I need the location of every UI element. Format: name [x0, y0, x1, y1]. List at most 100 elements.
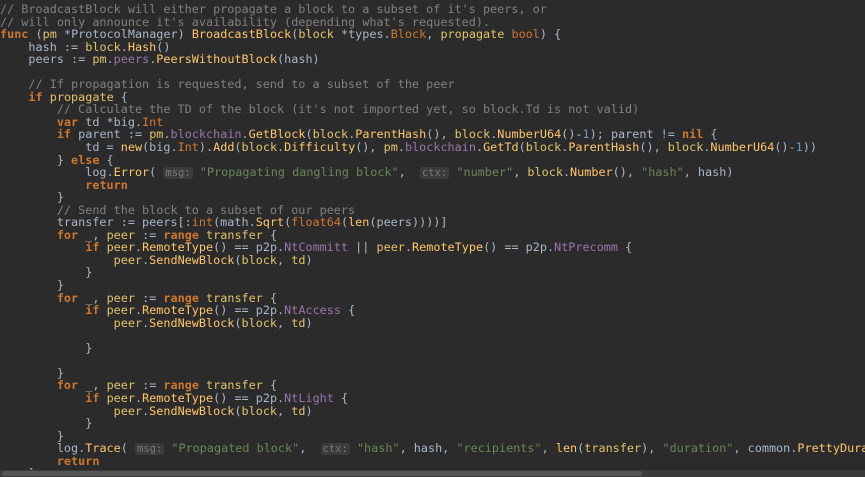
code-token: peers [113, 52, 150, 67]
code-token: bool [511, 27, 540, 42]
code-token: pm [92, 52, 107, 67]
scrollbar-thumb[interactable] [2, 471, 642, 476]
code-token: SendNewBlock [149, 315, 235, 330]
code-token: "hash" [356, 441, 400, 456]
code-token: "number" [456, 165, 514, 180]
code-token: SendNewBlock [149, 403, 235, 418]
code-token: (), [355, 140, 384, 155]
code-line[interactable]: return [0, 453, 865, 468]
code-token: , [299, 441, 321, 456]
code-token: ( [234, 315, 242, 330]
code-token: , [398, 165, 420, 180]
code-token: peer [113, 252, 143, 267]
parameter-hint: ctx: [320, 443, 350, 456]
parameter-hint: msg: [163, 167, 193, 180]
code-token: Add [213, 140, 235, 155]
parameter-hint: msg: [134, 443, 165, 456]
code-line[interactable]: return [0, 177, 865, 192]
code-token: ParentHash [568, 140, 640, 155]
code-token: return [56, 453, 100, 468]
code-token: (hash) [277, 52, 320, 67]
code-token: , hash, [399, 441, 457, 456]
code-line[interactable]: } [0, 417, 865, 430]
code-token: Block [390, 27, 427, 42]
code-token: . [475, 140, 484, 155]
code-token: td [291, 252, 306, 267]
code-token: ). [198, 140, 214, 155]
code-token: PeersWithoutBlock [156, 52, 278, 67]
code-token: peer [113, 315, 143, 330]
code-line[interactable]: log.Error( msg: "Propagating dangling bl… [0, 165, 865, 180]
code-token: PrettyDuration [797, 441, 865, 456]
code-token: , [277, 252, 292, 267]
code-token: ( [149, 165, 164, 180]
code-token: . [397, 140, 405, 155]
code-token: new [120, 140, 143, 155]
code-token: () == p2p. [483, 240, 555, 255]
code-token: td [291, 403, 306, 418]
code-token: . [404, 240, 413, 255]
code-token: Number [570, 165, 613, 180]
code-token: ( [340, 215, 349, 230]
code-token: , hash) [683, 165, 734, 180]
code-token: ) { [539, 27, 562, 42]
code-token: len [555, 441, 578, 456]
code-token: ( [234, 252, 242, 267]
code-line[interactable]: peer.SendNewBlock(block, td) [0, 254, 865, 267]
code-token: ( [234, 403, 242, 418]
code-line[interactable] [0, 329, 865, 342]
code-line[interactable]: peer.SendNewBlock(block, td) [0, 315, 865, 330]
code-token: )) [802, 140, 817, 155]
code-token: "hash" [641, 165, 684, 180]
code-token: "Propagated block" [171, 441, 300, 456]
code-token: transfer [584, 441, 642, 456]
code-token: (big. [142, 140, 178, 155]
code-token: Int [177, 140, 199, 155]
code-line[interactable]: // If propagation is requested, send to … [0, 78, 865, 91]
code-editor[interactable]: // BroadcastBlock will either propagate … [0, 0, 865, 477]
code-token: (), [612, 165, 642, 180]
code-token: ) [305, 403, 313, 418]
code-token: block [241, 252, 278, 267]
code-token: propagate [440, 27, 505, 42]
code-token: block [525, 140, 562, 155]
code-token: GetTd [483, 140, 519, 155]
code-token: peer [113, 403, 143, 418]
code-token: "Propagating dangling block" [199, 165, 399, 180]
code-line[interactable]: } [0, 340, 865, 355]
code-line[interactable]: td = new(big.Int).Add(block.Difficulty()… [0, 141, 865, 154]
code-token: { [333, 390, 349, 405]
code-token: ()- [774, 140, 796, 155]
code-token: ), [641, 441, 663, 456]
horizontal-scrollbar[interactable] [0, 470, 865, 477]
code-token: } [0, 340, 93, 355]
code-token: , [426, 27, 441, 42]
code-token: block [241, 140, 278, 155]
code-token: float64 [291, 215, 341, 230]
code-token: "recipients" [456, 441, 542, 456]
code-token: pm [383, 140, 398, 155]
code-line[interactable]: } [0, 266, 865, 279]
code-token: block [241, 315, 278, 330]
code-token: BroadcastBlock [191, 27, 292, 42]
code-token: block [241, 403, 278, 418]
code-token: (peers))))] [369, 215, 448, 230]
parameter-hint: ctx: [419, 167, 450, 180]
code-token: return [85, 177, 128, 192]
code-line[interactable]: log.Trace( msg: "Propagated block", ctx:… [0, 441, 865, 456]
code-line[interactable]: peers := pm.peers.PeersWithoutBlock(hash… [0, 53, 865, 66]
code-line[interactable]: peer.SendNewBlock(block, td) [0, 403, 865, 418]
code-token: 1 [795, 140, 803, 155]
code-token: blockchain [404, 140, 476, 155]
code-area[interactable]: // BroadcastBlock will either propagate … [0, 3, 865, 477]
code-token: . [562, 165, 571, 180]
code-token: RemoteType [412, 240, 484, 255]
code-token: ( [234, 140, 242, 155]
code-token: len [348, 215, 370, 230]
code-line[interactable] [0, 354, 865, 367]
code-token: || [348, 240, 377, 255]
code-token: ) [305, 252, 313, 267]
